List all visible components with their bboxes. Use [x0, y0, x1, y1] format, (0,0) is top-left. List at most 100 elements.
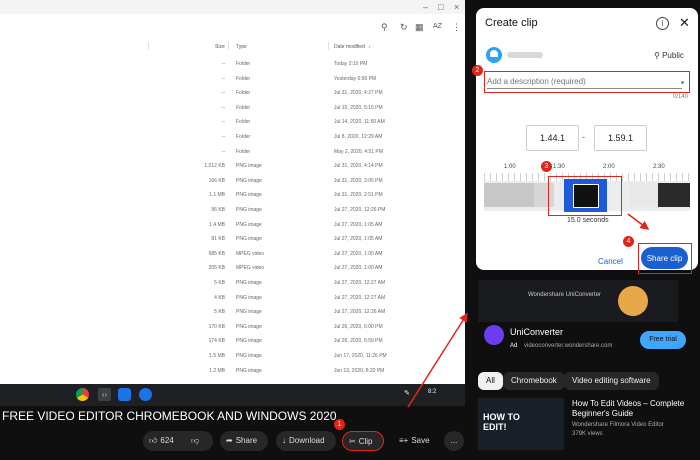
recommended-channel[interactable]: Wondershare Filmora Video Editor [572, 422, 664, 428]
file-type: Folder [236, 134, 251, 140]
search-icon[interactable]: ⚲ [381, 22, 388, 33]
save-button[interactable]: ≡+ Save [393, 431, 435, 451]
share-clip-button[interactable]: Share clip [641, 247, 688, 269]
recommended-title[interactable]: How To Edit Videos – Complete Beginner's… [572, 399, 694, 419]
filmstrip-frame [484, 183, 534, 207]
file-date: Jul 27, 2020, 12:27 AM [334, 280, 386, 286]
char-counter: 0/140 [672, 94, 688, 100]
file-row[interactable]: -- Folder May 2, 2020, 4:51 PM [0, 146, 465, 160]
file-row[interactable]: -- Folder Yesterday 6:56 PM [0, 73, 465, 87]
like-button[interactable]: 👍︎ 624 👎︎ [143, 431, 213, 451]
file-date: Yesterday 6:56 PM [334, 75, 377, 82]
file-date: Jul 27, 2020, 12:26 PM [334, 207, 386, 213]
ad-banner[interactable]: Wondershare UniConverter [478, 280, 678, 322]
recommended-thumbnail[interactable]: HOW TO EDIT! [478, 398, 564, 450]
step-marker-4: 4 [623, 236, 634, 247]
code-icon[interactable]: ‹› [98, 388, 111, 401]
thumbs-down-icon[interactable]: 👎︎ [191, 431, 199, 451]
column-divider [228, 42, 229, 50]
tray-time[interactable]: 8:2 [428, 389, 436, 395]
file-row[interactable]: -- Folder Jul 15, 2020, 5:15 PM [0, 102, 465, 116]
file-date: Jul 31, 2020, 4:27 PM [334, 90, 383, 97]
ad-url: videoconverter.wondershare.com [524, 343, 613, 349]
file-row[interactable]: 1.5 MB PNG image Jun 17, 2020, 11:26 PM [0, 350, 465, 364]
close-icon[interactable]: ✕ [679, 15, 690, 31]
download-button[interactable]: ↓ Download [276, 431, 336, 451]
file-row[interactable]: 1.4 MB PNG image Jul 27, 2020, 1:05 AM [0, 219, 465, 233]
file-size: 5 KB [214, 280, 225, 286]
visibility-selector[interactable]: ⚲ Public [654, 51, 684, 60]
clip-button[interactable]: ✂ Clip [342, 431, 384, 451]
column-type[interactable]: Type [236, 44, 247, 50]
chrome-icon[interactable] [76, 388, 89, 401]
file-row[interactable]: 1.1 MB PNG image Jul 31, 2020, 2:51 PM [0, 189, 465, 203]
file-row[interactable]: 5 KB PNG image Jul 27, 2020, 12:27 AM [0, 277, 465, 291]
globe-icon: ⚲ [654, 51, 660, 60]
file-row[interactable]: -- Folder Jul 31, 2020, 4:27 PM [0, 87, 465, 101]
like-count: 624 [160, 436, 174, 445]
file-type: MPEG video [236, 265, 265, 272]
maximize-icon[interactable]: □ [438, 2, 443, 12]
chip-all[interactable]: All [478, 372, 503, 390]
more-actions-button[interactable]: ... [444, 431, 464, 451]
share-button[interactable]: ➦ Share [220, 431, 268, 451]
file-type: PNG image [236, 192, 262, 199]
file-size: 170 KB [208, 323, 225, 330]
file-row[interactable]: 96 KB PNG image Jul 27, 2020, 12:26 PM [0, 204, 465, 218]
file-row[interactable]: -- Folder Jul 8, 2020, 12:29 AM [0, 131, 465, 145]
grid-view-icon[interactable]: ▦ [415, 22, 424, 33]
file-size: 166 KB [208, 177, 225, 184]
file-date: Jul 27, 2020, 1:00 AM [334, 250, 383, 257]
file-row[interactable]: 170 KB PNG image Jul 26, 2020, 6:00 PM [0, 321, 465, 335]
pen-icon[interactable]: ✎ [404, 389, 410, 397]
ad-card[interactable]: UniConverter Ad videoconverter.wondersha… [478, 323, 688, 363]
settings-icon[interactable] [139, 388, 152, 401]
file-type: PNG image [236, 294, 262, 301]
file-size: -- [221, 104, 225, 111]
minimize-icon[interactable]: – [423, 2, 428, 12]
file-row[interactable]: -- Folder Today 2:10 PM [0, 58, 465, 72]
sort-button[interactable]: AZ [433, 23, 442, 30]
file-date: Jul 31, 2020, 2:51 PM [334, 192, 383, 199]
files-app-window: – □ × ⚲ ↻ ▦ AZ ⋮ Size Type Date modified… [0, 0, 465, 384]
column-size[interactable]: Size [215, 44, 225, 50]
file-row[interactable]: 5 KB PNG image Jul 27, 2020, 12:26 AM [0, 306, 465, 320]
file-date: Jul 14, 2020, 11:50 AM [334, 119, 385, 126]
file-date: Jul 27, 2020, 1:05 AM [334, 221, 383, 228]
filmstrip-frame [658, 183, 690, 207]
add-to-playlist-icon: ≡+ [399, 436, 409, 445]
file-type: Folder [236, 104, 251, 111]
start-time-input[interactable]: 1.44.1 [526, 125, 579, 151]
file-type: PNG image [236, 367, 262, 374]
filmstrip-frame [630, 183, 658, 207]
free-trial-button[interactable]: Free trial [640, 331, 686, 349]
info-icon[interactable]: i [656, 17, 669, 30]
more-options-icon[interactable]: ⋮ [452, 22, 461, 33]
file-row[interactable]: -- Folder Jul 14, 2020, 11:50 AM [0, 116, 465, 130]
file-size: 1.1 MB [209, 192, 225, 199]
cancel-button[interactable]: Cancel [598, 257, 623, 266]
input-status-dot [681, 81, 684, 84]
column-date-modified[interactable]: Date modified [334, 44, 365, 50]
files-icon[interactable] [118, 388, 131, 401]
column-divider [148, 42, 149, 50]
refresh-icon[interactable]: ↻ [400, 22, 408, 33]
file-row[interactable]: 174 KB PNG image Jul 26, 2020, 5:59 PM [0, 335, 465, 349]
file-row[interactable]: 166 KB PNG image Jul 31, 2020, 3:05 PM [0, 175, 465, 189]
file-row[interactable]: 81 KB PNG image Jul 27, 2020, 1:05 AM [0, 233, 465, 247]
file-row[interactable]: 1,012 KB PNG image Jul 31, 2020, 4:14 PM [0, 160, 465, 174]
file-row[interactable]: 205 KB MPEG video Jul 27, 2020, 1:00 AM [0, 262, 465, 276]
file-row[interactable]: 4 KB PNG image Jul 27, 2020, 12:27 AM [0, 292, 465, 306]
clip-range-handle[interactable] [564, 179, 607, 212]
file-row[interactable]: 1.2 MB PNG image Jun 13, 2020, 8:20 PM [0, 365, 465, 379]
end-time-input[interactable]: 1.59.1 [594, 125, 647, 151]
file-size: 1.4 MB [209, 221, 225, 228]
save-label: Save [411, 436, 430, 445]
description-input[interactable] [487, 74, 682, 89]
close-window-icon[interactable]: × [454, 2, 459, 12]
thumbs-up-icon: 👍︎ [149, 436, 158, 445]
file-row[interactable]: 685 KB MPEG video Jul 27, 2020, 1:00 AM [0, 248, 465, 262]
chip-chromebook[interactable]: Chromebook [503, 372, 565, 390]
file-type: Folder [236, 119, 251, 126]
chip-video-editing-software[interactable]: Video editing software [564, 372, 659, 390]
